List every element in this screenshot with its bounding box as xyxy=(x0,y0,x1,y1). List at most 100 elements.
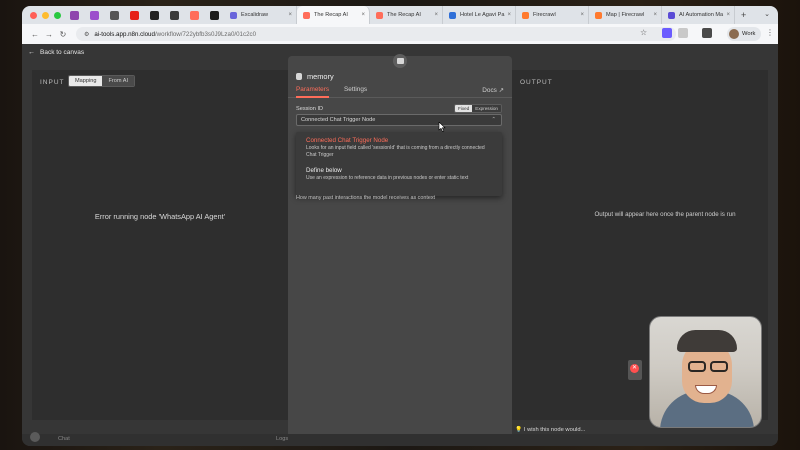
browser-tab[interactable]: The Recap AI × xyxy=(370,6,443,24)
output-empty-message: Output will appear here once the parent … xyxy=(594,211,736,218)
back-arrow-icon[interactable]: ← xyxy=(28,30,42,39)
docs-link[interactable]: Docs ↗ xyxy=(482,86,504,94)
pinned-tab-favicon-icon xyxy=(129,10,139,20)
tabs: Excalidraw × The Recap AI × The Recap AI × Hot… xyxy=(64,6,778,24)
cast-icon[interactable] xyxy=(702,28,712,38)
avatar xyxy=(729,29,739,39)
tab-label: AI Automation Ma xyxy=(679,12,724,18)
webcam-presenter-cap xyxy=(677,330,737,352)
input-panel-title: INPUT xyxy=(40,79,65,86)
pinned-tab-favicon-icon xyxy=(69,10,79,20)
pinned-tab[interactable] xyxy=(104,6,124,24)
chat-panel-toggle[interactable]: Chat xyxy=(58,436,70,442)
database-icon xyxy=(296,73,302,80)
minimize-window-button[interactable] xyxy=(42,11,49,19)
pinned-tab[interactable] xyxy=(204,6,224,24)
browser-toolbar: ← → ↻ ⚙ ai-tools.app.n8n.cloud/workflow/… xyxy=(22,24,778,44)
input-mode-toggle: Mapping From AI xyxy=(68,75,136,87)
forward-arrow-icon[interactable]: → xyxy=(42,30,56,39)
option-title: Connected Chat Trigger Node xyxy=(306,137,389,144)
window-controls xyxy=(22,11,64,19)
browser-tab[interactable]: Excalidraw × xyxy=(224,6,297,24)
output-panel-title: OUTPUT xyxy=(520,79,553,86)
pinned-tab-favicon-icon xyxy=(89,10,99,20)
pinned-tab[interactable] xyxy=(84,6,104,24)
new-tab-button[interactable]: + xyxy=(735,10,752,20)
webcam-presenter-glasses xyxy=(688,361,706,372)
tab-favicon-icon xyxy=(595,11,602,19)
tab-label: Hotel Le Agavi Pa xyxy=(460,12,505,18)
tab-favicon-icon xyxy=(376,11,383,19)
option-description: Use an expression to reference data in p… xyxy=(306,175,469,181)
browser-tab[interactable]: The Recap AI × xyxy=(297,6,370,24)
node-title-label: memory xyxy=(307,72,334,81)
browser-tab[interactable]: Map | Firecrawl × xyxy=(589,6,662,24)
bottom-bar: Chat Logs xyxy=(22,434,778,446)
tab-label: Excalidraw xyxy=(241,12,269,18)
error-indicator[interactable]: ✕ xyxy=(628,360,642,380)
webcam-presenter-glasses xyxy=(710,361,728,372)
close-circle-icon: ✕ xyxy=(630,364,639,373)
fixed-mode-button[interactable]: Fixed xyxy=(455,105,473,112)
option-title: Define below xyxy=(306,167,342,174)
pinned-tab[interactable] xyxy=(144,6,164,24)
node-title[interactable]: memory xyxy=(296,72,334,81)
tab-settings[interactable]: Settings xyxy=(344,86,367,93)
mapping-mode-button[interactable]: Mapping xyxy=(69,76,103,86)
url-host: ai-tools.app.n8n.cloud xyxy=(94,30,155,38)
pinned-tab-favicon-icon xyxy=(169,10,179,20)
tab-favicon-icon xyxy=(522,11,529,19)
session-id-select[interactable]: Connected Chat Trigger Node ⌃ xyxy=(296,114,502,126)
close-tab-icon[interactable]: × xyxy=(507,12,511,18)
maximize-window-button[interactable] xyxy=(54,11,61,19)
logs-panel-toggle[interactable]: Logs xyxy=(276,436,288,442)
session-id-dropdown: Connected Chat Trigger Node Looks for an… xyxy=(296,132,502,196)
close-tab-icon[interactable]: × xyxy=(434,12,438,18)
tab-label: Firecrawl xyxy=(533,12,556,18)
back-to-canvas-button[interactable]: ← Back to canvas xyxy=(28,49,84,56)
site-info-icon[interactable]: ⚙ xyxy=(84,31,89,38)
close-tab-icon[interactable]: × xyxy=(726,12,730,18)
browser-tab[interactable]: Hotel Le Agavi Pa × xyxy=(443,6,516,24)
pinned-tab[interactable] xyxy=(184,6,204,24)
address-bar[interactable]: ⚙ ai-tools.app.n8n.cloud/workflow/722ybf… xyxy=(76,27,676,41)
node-parameters-panel: memory Parameters Settings Docs ↗ Sessio… xyxy=(288,54,512,446)
pinned-tab[interactable] xyxy=(64,6,84,24)
profile-label: Work xyxy=(742,31,756,37)
docs-label: Docs xyxy=(482,87,497,94)
close-tab-icon[interactable]: × xyxy=(653,12,657,18)
tab-search-chevron-icon[interactable]: ⌄ xyxy=(764,10,770,18)
browser-tab[interactable]: Firecrawl × xyxy=(516,6,589,24)
expression-mode-button[interactable]: Expression xyxy=(472,105,501,112)
close-tab-icon[interactable]: × xyxy=(580,12,584,18)
browser-tab[interactable]: AI Automation Ma × xyxy=(662,6,735,24)
user-avatar[interactable] xyxy=(30,432,40,442)
tab-label: The Recap AI xyxy=(387,12,421,18)
profile-button[interactable]: Work xyxy=(727,27,762,41)
node-feedback-link[interactable]: 💡 I wish this node would... xyxy=(515,427,585,433)
dropdown-option-connected-chat-trigger[interactable]: Connected Chat Trigger Node Looks for an… xyxy=(306,137,490,159)
close-tab-icon[interactable]: × xyxy=(361,12,365,18)
context-window-hint: How many past interactions the model rec… xyxy=(296,195,436,201)
pinned-tab-favicon-icon xyxy=(149,10,159,20)
extensions-puzzle-icon[interactable] xyxy=(678,28,688,38)
reload-icon[interactable]: ↻ xyxy=(56,30,70,39)
browser-menu-icon[interactable]: ⋮ xyxy=(766,28,774,37)
close-tab-icon[interactable]: × xyxy=(288,12,292,18)
tab-parameters[interactable]: Parameters xyxy=(296,86,330,98)
url-path: /workflow/722ybfb3s0J9Lza0/01c2c0 xyxy=(154,30,257,38)
from-ai-mode-button[interactable]: From AI xyxy=(102,76,135,86)
dropdown-option-define-below[interactable]: Define below Use an expression to refere… xyxy=(306,167,490,182)
pinned-tab[interactable] xyxy=(164,6,184,24)
fixed-expression-toggle: Fixed Expression xyxy=(454,104,502,113)
tab-label: Map | Firecrawl xyxy=(606,12,645,18)
back-to-canvas-label: Back to canvas xyxy=(40,49,85,56)
pinned-tab[interactable] xyxy=(124,6,144,24)
pinned-tab-favicon-icon xyxy=(209,10,219,20)
chevron-up-icon: ⌃ xyxy=(491,117,496,123)
input-panel: INPUT Mapping From AI Error running node… xyxy=(32,70,288,420)
extension-icon[interactable] xyxy=(662,28,672,38)
bookmark-star-icon[interactable]: ☆ xyxy=(640,28,647,37)
close-window-button[interactable] xyxy=(30,11,37,19)
tab-favicon-icon xyxy=(668,11,675,19)
